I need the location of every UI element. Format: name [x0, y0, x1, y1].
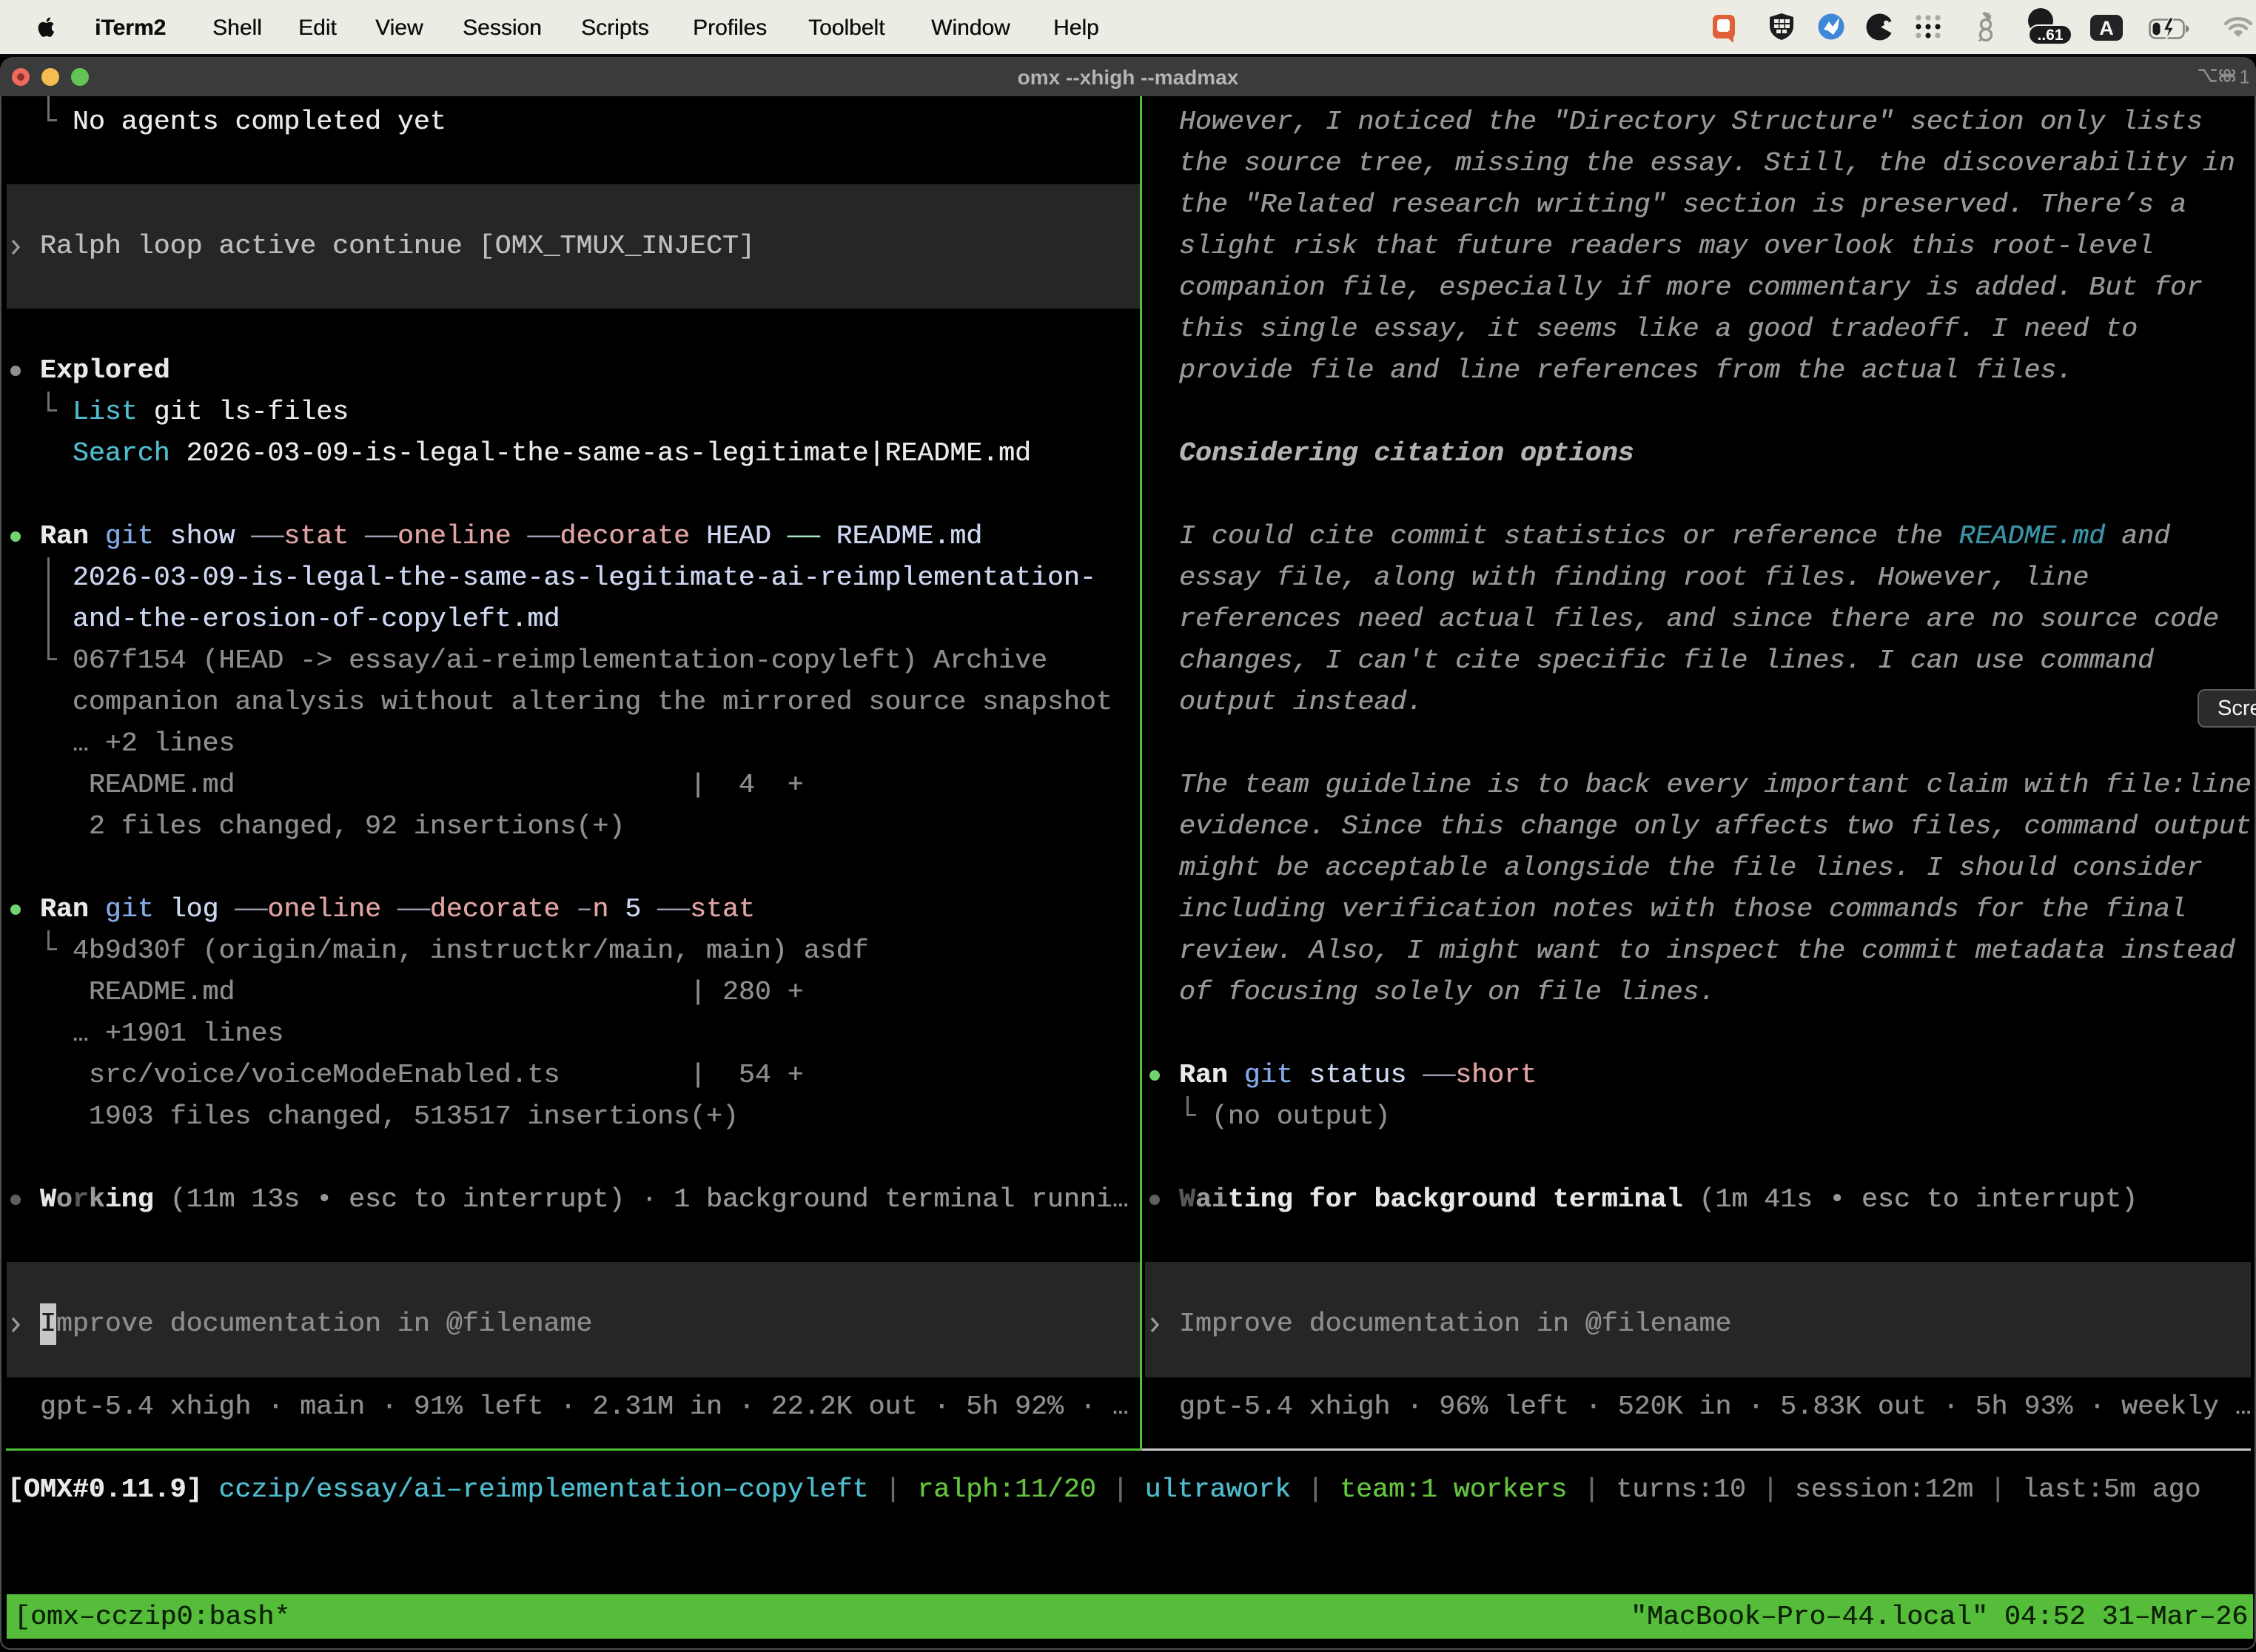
svg-text:1: 1 — [2239, 65, 2249, 86]
svg-text:..61: ..61 — [2037, 27, 2063, 44]
